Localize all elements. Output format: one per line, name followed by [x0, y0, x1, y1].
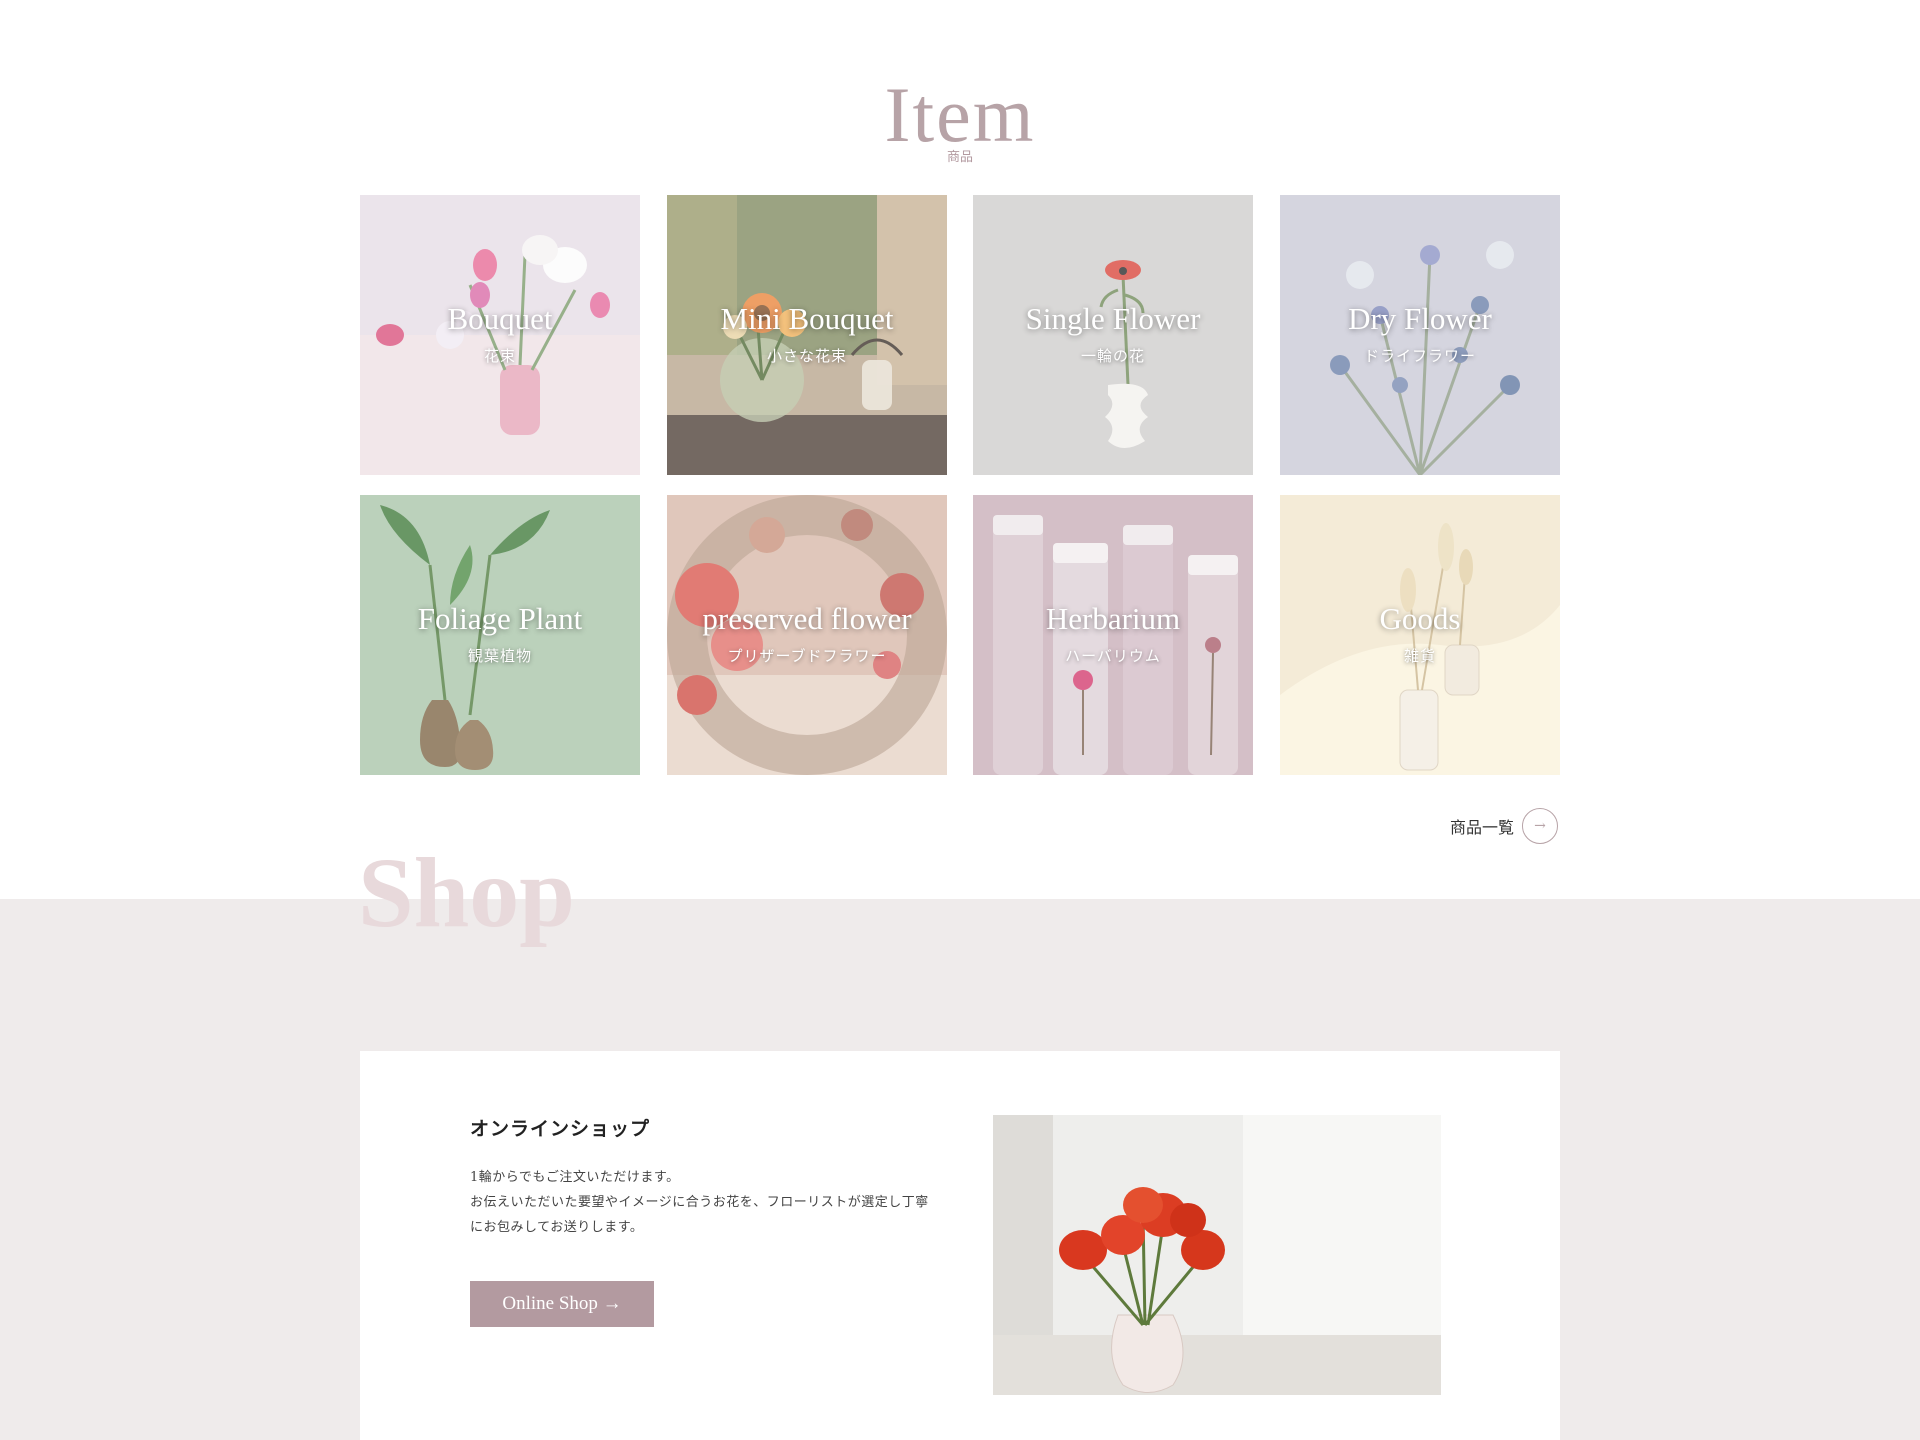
tile-bouquet[interactable]: Bouquet 花束	[360, 195, 640, 475]
tile-title: Single Flower	[1025, 301, 1201, 336]
tile-subtitle: 一輪の花	[1080, 347, 1145, 365]
tile-subtitle: 花束	[483, 347, 516, 365]
item-list-label: 商品一覧	[1450, 818, 1515, 837]
tile-dry-flower[interactable]: Dry Flower ドライフラワー	[1280, 195, 1560, 475]
tile-herbarium[interactable]: Herbarium ハーバリウム	[973, 495, 1253, 775]
tile-subtitle: ハーバリウム	[1065, 647, 1161, 665]
shop-photo	[993, 1115, 1441, 1395]
tile-subtitle: 小さな花束	[766, 347, 847, 365]
card-body: 1輪からでもご注文いただけます。 お伝えいただいた要望やイメージに合うお花を、フ…	[470, 1165, 930, 1240]
online-shop-card: オンラインショップ 1輪からでもご注文いただけます。 お伝えいただいた要望やイメ…	[360, 1051, 1560, 1440]
tile-title: preserved flower	[702, 601, 912, 636]
tile-title: Herbarium	[1045, 601, 1181, 636]
tile-title: Bouquet	[447, 301, 553, 336]
tile-preserved-flower[interactable]: preserved flower プリザーブドフラワー	[667, 495, 947, 775]
tile-title: Goods	[1379, 601, 1461, 636]
section-title-shop: Shop	[358, 837, 575, 948]
tile-mini-bouquet[interactable]: Mini Bouquet 小さな花束	[667, 195, 947, 475]
tile-goods[interactable]: Goods 雑貨	[1280, 495, 1560, 775]
online-shop-button[interactable]: Online Shop →	[470, 1281, 654, 1327]
tile-subtitle: 観葉植物	[467, 647, 532, 665]
tile-subtitle: ドライフラワー	[1363, 347, 1476, 365]
tile-subtitle: 雑貨	[1403, 647, 1436, 665]
tile-title: Foliage Plant	[417, 601, 583, 636]
section-title-item: Item	[884, 71, 1036, 158]
tile-foliage-plant[interactable]: Foliage Plant 観葉植物	[360, 495, 640, 775]
tile-single-flower[interactable]: Single Flower 一輪の花	[973, 195, 1253, 475]
card-body-line: お伝えいただいた要望やイメージに合うお花を、フローリストが選定し丁寧にお包みして…	[470, 1195, 929, 1235]
tile-subtitle: プリザーブドフラワー	[727, 647, 887, 665]
tulip-vase-photo	[993, 1115, 1441, 1395]
arrow-right-icon: →	[1522, 808, 1559, 844]
tile-title: Mini Bouquet	[720, 301, 894, 336]
section-subtitle-item: 商品	[946, 150, 973, 165]
card-heading: オンラインショップ	[470, 1118, 651, 1140]
tile-title: Dry Flower	[1348, 301, 1492, 336]
item-list-link[interactable]: 商品一覧 →	[1450, 808, 1559, 844]
card-body-line: 1輪からでもご注文いただけます。	[470, 1170, 680, 1185]
